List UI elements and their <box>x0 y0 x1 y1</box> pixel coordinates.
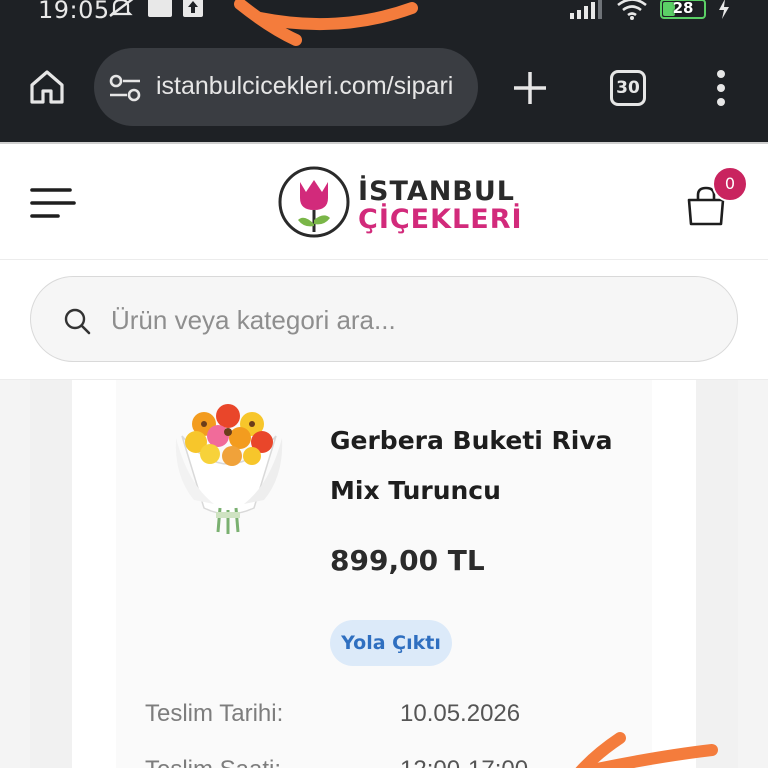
signal-icon <box>570 0 602 19</box>
new-tab-plus-icon[interactable] <box>510 68 550 108</box>
cart-count-badge[interactable]: 0 <box>712 166 748 202</box>
delivery-time-label: Teslim Saati: <box>145 756 281 768</box>
overflow-menu-icon[interactable] <box>714 68 728 108</box>
product-name[interactable]: Gerbera Buketi Riva Mix Turuncu <box>330 416 630 516</box>
search-section: Ürün veya kategori ara... <box>0 260 768 380</box>
menu-icon[interactable] <box>30 186 76 220</box>
status-bar: 19:05 28 <box>0 0 768 34</box>
search-icon[interactable] <box>63 307 91 335</box>
home-icon[interactable] <box>28 68 66 106</box>
notifications-muted-icon <box>109 0 134 17</box>
tab-switcher-button[interactable]: 30 <box>610 70 646 106</box>
site-logo[interactable]: İSTANBUL ÇİÇEKLERİ <box>276 164 522 240</box>
product-image[interactable] <box>158 396 300 540</box>
logo-text-cicekleri: ÇİÇEKLERİ <box>358 204 523 235</box>
delivery-time-value: 12:00-17:00 <box>400 756 528 768</box>
search-input[interactable]: Ürün veya kategori ara... <box>30 276 738 362</box>
status-time: 19:05 <box>38 0 110 24</box>
url-text[interactable]: istanbulcicekleri.com/sipari <box>156 72 453 101</box>
screen: 19:05 28 istanbulcicekleri.com/sipari 30… <box>0 0 768 768</box>
charging-icon <box>719 0 729 19</box>
status-left-icons <box>108 0 204 18</box>
sim-placeholder-icon <box>148 0 172 17</box>
product-name-line1[interactable]: Gerbera Buketi Riva <box>330 416 630 466</box>
search-placeholder[interactable]: Ürün veya kategori ara... <box>111 305 396 336</box>
battery-indicator: 28 <box>660 0 706 19</box>
product-name-line2[interactable]: Mix Turuncu <box>330 466 630 516</box>
upload-icon <box>183 0 203 17</box>
delivery-date-value: 10.05.2026 <box>400 700 521 727</box>
battery-level: 28 <box>672 0 694 17</box>
browser-toolbar: istanbulcicekleri.com/sipari 30 <box>0 34 768 142</box>
wifi-icon <box>617 0 647 20</box>
logo-text-istanbul: İSTANBUL <box>358 176 516 207</box>
delivery-date-label: Teslim Tarihi: <box>145 700 284 727</box>
site-settings-icon[interactable] <box>108 74 142 102</box>
site-header: İSTANBUL ÇİÇEKLERİ 0 <box>0 142 768 260</box>
order-status-badge: Yola Çıktı <box>330 620 452 666</box>
status-right-icons: 28 <box>570 0 730 20</box>
tulip-logo-icon <box>278 166 350 238</box>
address-bar[interactable]: istanbulcicekleri.com/sipari <box>94 48 478 126</box>
product-price: 899,00 TL <box>330 544 485 577</box>
